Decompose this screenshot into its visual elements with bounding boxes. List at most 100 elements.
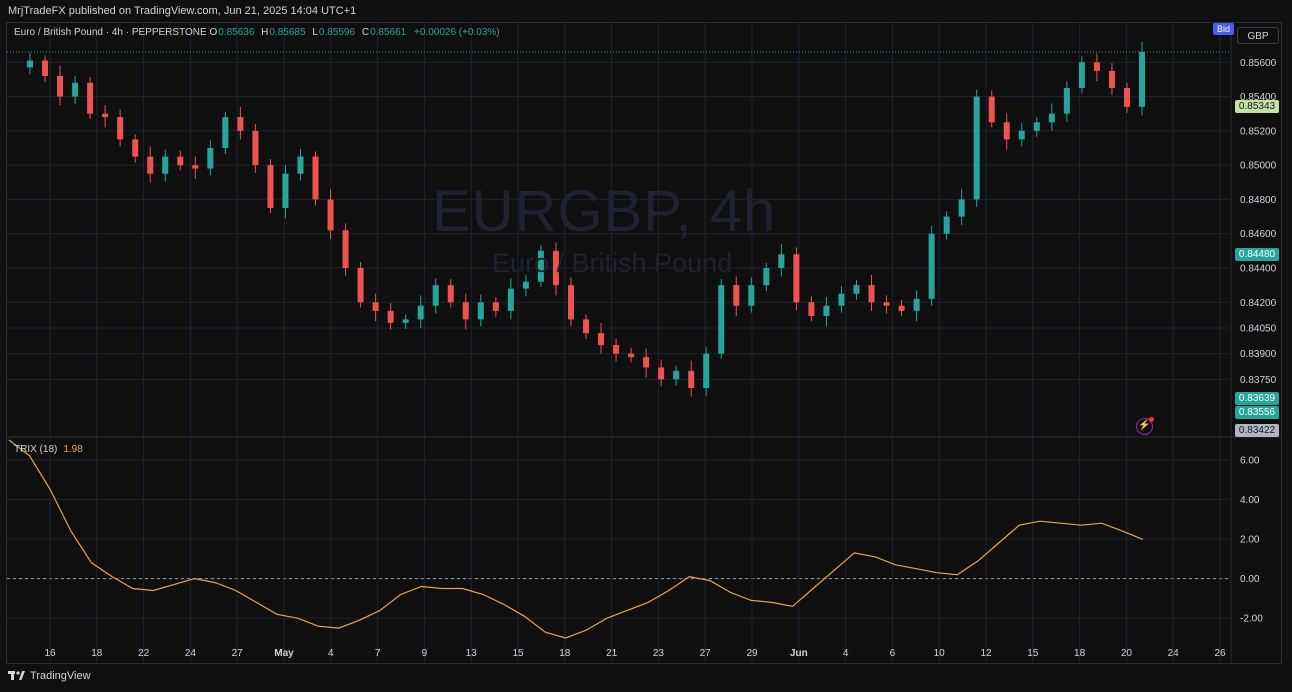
candle-body bbox=[387, 310, 394, 323]
x-tick-label: 6 bbox=[890, 648, 896, 659]
candle-body bbox=[943, 216, 950, 234]
candle-body bbox=[688, 370, 695, 388]
x-tick-label: 12 bbox=[980, 648, 992, 659]
x-tick-label: 24 bbox=[1168, 648, 1180, 659]
candle-body bbox=[958, 199, 965, 217]
candle-body bbox=[282, 173, 289, 208]
candle-body bbox=[162, 156, 169, 174]
candle-body bbox=[628, 353, 635, 358]
candle-body bbox=[988, 96, 995, 123]
candle-body bbox=[42, 60, 49, 76]
candle-body bbox=[177, 156, 184, 166]
y-tick-label: 0.83750 bbox=[1240, 375, 1277, 386]
candle-body bbox=[1139, 52, 1145, 107]
candle-body bbox=[1033, 122, 1040, 131]
price-badge: 0.84480 bbox=[1235, 247, 1279, 261]
candle-body bbox=[673, 370, 680, 380]
legend-l-label: L bbox=[312, 27, 318, 38]
candle-body bbox=[868, 285, 875, 303]
candle-body bbox=[973, 96, 980, 200]
candle-body bbox=[357, 268, 364, 303]
legend-h-label: H bbox=[261, 27, 269, 38]
y-tick-label: 0.84400 bbox=[1240, 264, 1277, 275]
y-tick-label: 0.83900 bbox=[1240, 349, 1277, 360]
candle-body bbox=[823, 305, 830, 316]
trix-tick-label: 2.00 bbox=[1240, 535, 1260, 546]
candle-body bbox=[898, 305, 905, 311]
bolt-icon[interactable]: ⚡ bbox=[1136, 417, 1154, 435]
watermark-name: Euro / British Pound bbox=[492, 248, 733, 278]
footer-brand-label: TradingView bbox=[30, 670, 91, 682]
candle-body bbox=[57, 76, 64, 97]
y-tick-label: 0.85000 bbox=[1240, 161, 1277, 172]
chart-svg[interactable]: 0.856000.854000.852000.850000.848000.846… bbox=[0, 0, 1292, 692]
candle-body bbox=[643, 357, 650, 368]
candle-body bbox=[567, 285, 574, 320]
price-badge: 0.83556 bbox=[1235, 406, 1279, 420]
candle-body bbox=[462, 302, 469, 320]
candle-body bbox=[207, 148, 214, 169]
footer-brand[interactable]: TradingView bbox=[8, 670, 91, 682]
symbol-legend[interactable]: Euro / British Pound · 4h · PEPPERSTONE … bbox=[14, 27, 504, 38]
candle-body bbox=[658, 367, 665, 380]
x-tick-label: 18 bbox=[1074, 648, 1086, 659]
x-tick-label: 21 bbox=[606, 648, 618, 659]
x-tick-label: 15 bbox=[1027, 648, 1039, 659]
price-badge: 0.83422 bbox=[1235, 424, 1279, 437]
candle-body bbox=[748, 285, 755, 306]
legend-c-label: C bbox=[361, 27, 370, 38]
x-tick-label: 29 bbox=[746, 648, 758, 659]
y-tick-label: 0.84600 bbox=[1240, 229, 1277, 240]
candle-body bbox=[613, 345, 620, 354]
x-tick-label: 20 bbox=[1121, 648, 1133, 659]
legend-l-value: 0.85596 bbox=[318, 27, 356, 38]
candle-body bbox=[778, 254, 785, 268]
legend-c-value: 0.85661 bbox=[370, 27, 407, 38]
y-tick-label: 0.84200 bbox=[1240, 298, 1277, 309]
x-tick-label: 24 bbox=[185, 648, 197, 659]
legend-h-value: 0.85685 bbox=[269, 27, 306, 38]
candle-body bbox=[1123, 88, 1130, 107]
x-tick-label: 22 bbox=[138, 648, 150, 659]
legend-o-label: O bbox=[209, 27, 218, 38]
candle-body bbox=[117, 117, 124, 140]
candle-body bbox=[928, 233, 935, 299]
candle-body bbox=[312, 156, 319, 200]
candle-body bbox=[1003, 122, 1010, 140]
candle-body bbox=[763, 268, 770, 286]
x-tick-label: 27 bbox=[700, 648, 712, 659]
trix-legend-value: 1.98 bbox=[63, 444, 83, 455]
candle-body bbox=[718, 285, 725, 354]
candle-body bbox=[342, 230, 349, 268]
x-tick-label: 9 bbox=[422, 648, 428, 659]
bid-badge: Bid bbox=[1213, 23, 1234, 35]
candle-body bbox=[883, 302, 890, 306]
x-tick-label: 4 bbox=[328, 648, 334, 659]
candle-body bbox=[327, 199, 334, 231]
x-tick-label: 4 bbox=[843, 648, 849, 659]
x-tick-label: 26 bbox=[1214, 648, 1226, 659]
y-tick-label: 0.85600 bbox=[1240, 58, 1277, 69]
x-tick-label: 10 bbox=[934, 648, 946, 659]
candle-body bbox=[447, 285, 454, 303]
price-badge: 0.83639 bbox=[1235, 391, 1279, 405]
trix-tick-label: -2.00 bbox=[1240, 614, 1263, 625]
legend-symbol: Euro / British Pound · 4h · PEPPERSTONE bbox=[14, 27, 207, 38]
candle-body bbox=[132, 139, 139, 157]
candle-body bbox=[192, 165, 199, 169]
candle-body bbox=[1108, 70, 1115, 88]
trix-tick-label: 0.00 bbox=[1240, 574, 1260, 585]
y-tick-label: 0.84800 bbox=[1240, 195, 1277, 206]
candle-body bbox=[1093, 62, 1100, 71]
trix-tick-label: 4.00 bbox=[1240, 495, 1260, 506]
candle-body bbox=[492, 302, 499, 311]
candle-body bbox=[27, 60, 33, 68]
candle-body bbox=[913, 298, 920, 311]
x-tick-label: May bbox=[274, 648, 294, 659]
legend-change: +0.00026 (+0.03%) bbox=[414, 27, 500, 38]
candle-body bbox=[222, 117, 229, 148]
currency-selector[interactable]: GBP bbox=[1237, 27, 1279, 44]
trix-legend[interactable]: TRIX (18) 1.98 bbox=[14, 444, 83, 455]
candle-body bbox=[252, 130, 259, 166]
candle-body bbox=[1078, 62, 1085, 88]
